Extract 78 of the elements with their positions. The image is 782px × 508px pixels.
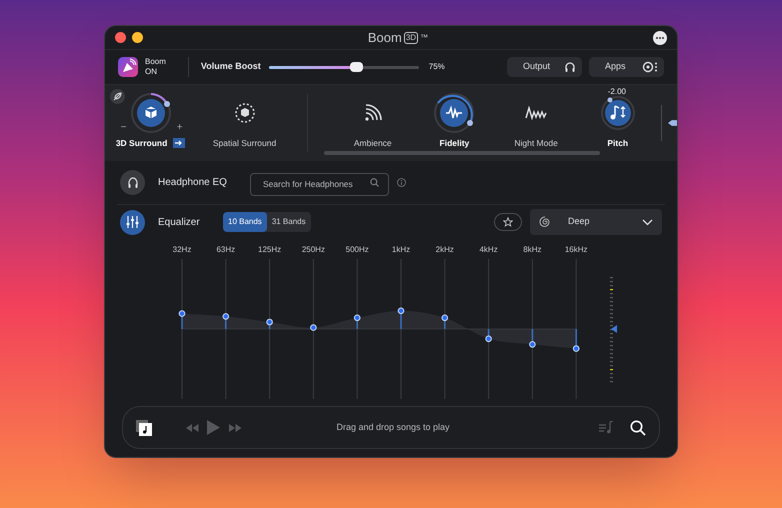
output-button[interactable]: Output [507, 57, 582, 77]
band-frequency-label: 1kHz [390, 244, 412, 256]
band-frequency-label: 63Hz [215, 244, 236, 256]
eq-band-thumb[interactable] [178, 310, 186, 317]
volume-thumb[interactable] [350, 62, 363, 72]
effect-label[interactable]: Spatial Surround [212, 137, 276, 150]
effect-label[interactable]: Night Mode [514, 137, 558, 150]
info-icon[interactable] [397, 178, 406, 187]
spiral-icon [539, 216, 551, 228]
boom-label: Boom [145, 57, 166, 67]
chevron-down-icon [642, 218, 653, 226]
pitch-reading: -2.00 [608, 86, 626, 98]
preset-dropdown[interactable]: Deep [530, 209, 662, 235]
band-count-tab[interactable]: 31 Bands [266, 212, 311, 232]
wave-icon[interactable] [525, 106, 548, 120]
band-frequency-label: 4kHz [478, 244, 499, 256]
equalizer-button[interactable] [120, 210, 145, 234]
band-frequency-label: 8kHz [522, 244, 542, 256]
eq-band-thumb[interactable] [310, 324, 317, 331]
boom-state: ON [145, 67, 158, 77]
band-frequency-label: 125Hz [257, 244, 282, 256]
eq-band-thumb[interactable] [442, 314, 448, 322]
band-frequency-label: 32Hz [172, 244, 192, 256]
band-frequency-label: 500Hz [344, 244, 370, 256]
window-title: Boom [368, 28, 402, 47]
eq-band-thumb[interactable] [485, 336, 492, 342]
minus-sign: − [120, 121, 126, 135]
effect-label[interactable]: 3D Surround [116, 137, 168, 150]
volume-reading: 75% [428, 61, 445, 73]
album-art-icon[interactable] [136, 420, 152, 436]
volume-slider[interactable] [268, 61, 419, 73]
apps-button[interactable]: Apps [589, 57, 664, 77]
search-icon[interactable] [630, 420, 646, 436]
search-icon [370, 178, 379, 187]
effect-label[interactable]: Ambience [354, 137, 392, 150]
eq-band-thumb[interactable] [354, 314, 360, 322]
eq-band-thumb[interactable] [266, 318, 273, 326]
arrow-button[interactable] [173, 138, 186, 148]
drop-songs-message: Drag and drop songs to play [335, 420, 451, 434]
minimize-window-button[interactable] [132, 32, 143, 43]
headphone-button[interactable] [120, 170, 145, 195]
collapse-tab-icon[interactable] [668, 119, 677, 127]
headphone-search-field[interactable]: Search for Headphones [250, 172, 389, 196]
level-indicator-icon[interactable] [611, 325, 617, 333]
trademark-mark: ™ [420, 32, 428, 44]
headphones-icon [126, 176, 140, 190]
plus-sign: + [176, 121, 183, 135]
band-frequency-label: 250Hz [300, 244, 326, 256]
cube-ring-icon[interactable] [234, 102, 256, 124]
eq-band-thumb[interactable] [222, 313, 230, 320]
signal-waves-icon[interactable] [362, 103, 383, 123]
favorite-button[interactable] [494, 213, 522, 231]
equalizer-label: Equalizer [158, 216, 201, 230]
feather-icon [113, 92, 122, 101]
title-badge: 3D [404, 32, 418, 44]
cube-knob-icon[interactable] [128, 91, 173, 135]
close-window-button[interactable] [115, 32, 126, 43]
arrow-right-icon [175, 140, 184, 146]
band-count-tab[interactable]: 10 Bands [223, 212, 267, 232]
effects-scrollbar[interactable] [324, 151, 600, 155]
volume-boost-label: Volume Boost [200, 60, 261, 74]
star-icon [503, 217, 513, 227]
headphone-eq-label: Headphone EQ [158, 176, 228, 190]
headphones-icon [564, 61, 576, 73]
feather-button[interactable] [110, 89, 125, 104]
music-note-knob-icon[interactable] [600, 95, 636, 131]
eq-band-thumb[interactable] [529, 341, 536, 348]
circle-dots-icon [642, 61, 658, 73]
band-frequency-label: 16kHz [564, 244, 589, 256]
app-logo-icon[interactable] [118, 57, 138, 77]
eq-band-thumb[interactable] [398, 308, 404, 314]
effect-label[interactable]: Pitch [607, 137, 628, 150]
more-options-icon[interactable] [653, 30, 667, 44]
sliders-icon [126, 216, 139, 228]
eq-band-thumb[interactable] [572, 345, 580, 352]
waveform-knob-icon[interactable] [432, 91, 476, 135]
band-frequency-label: 2kHz [434, 244, 455, 256]
effect-label[interactable]: Fidelity [440, 137, 470, 150]
